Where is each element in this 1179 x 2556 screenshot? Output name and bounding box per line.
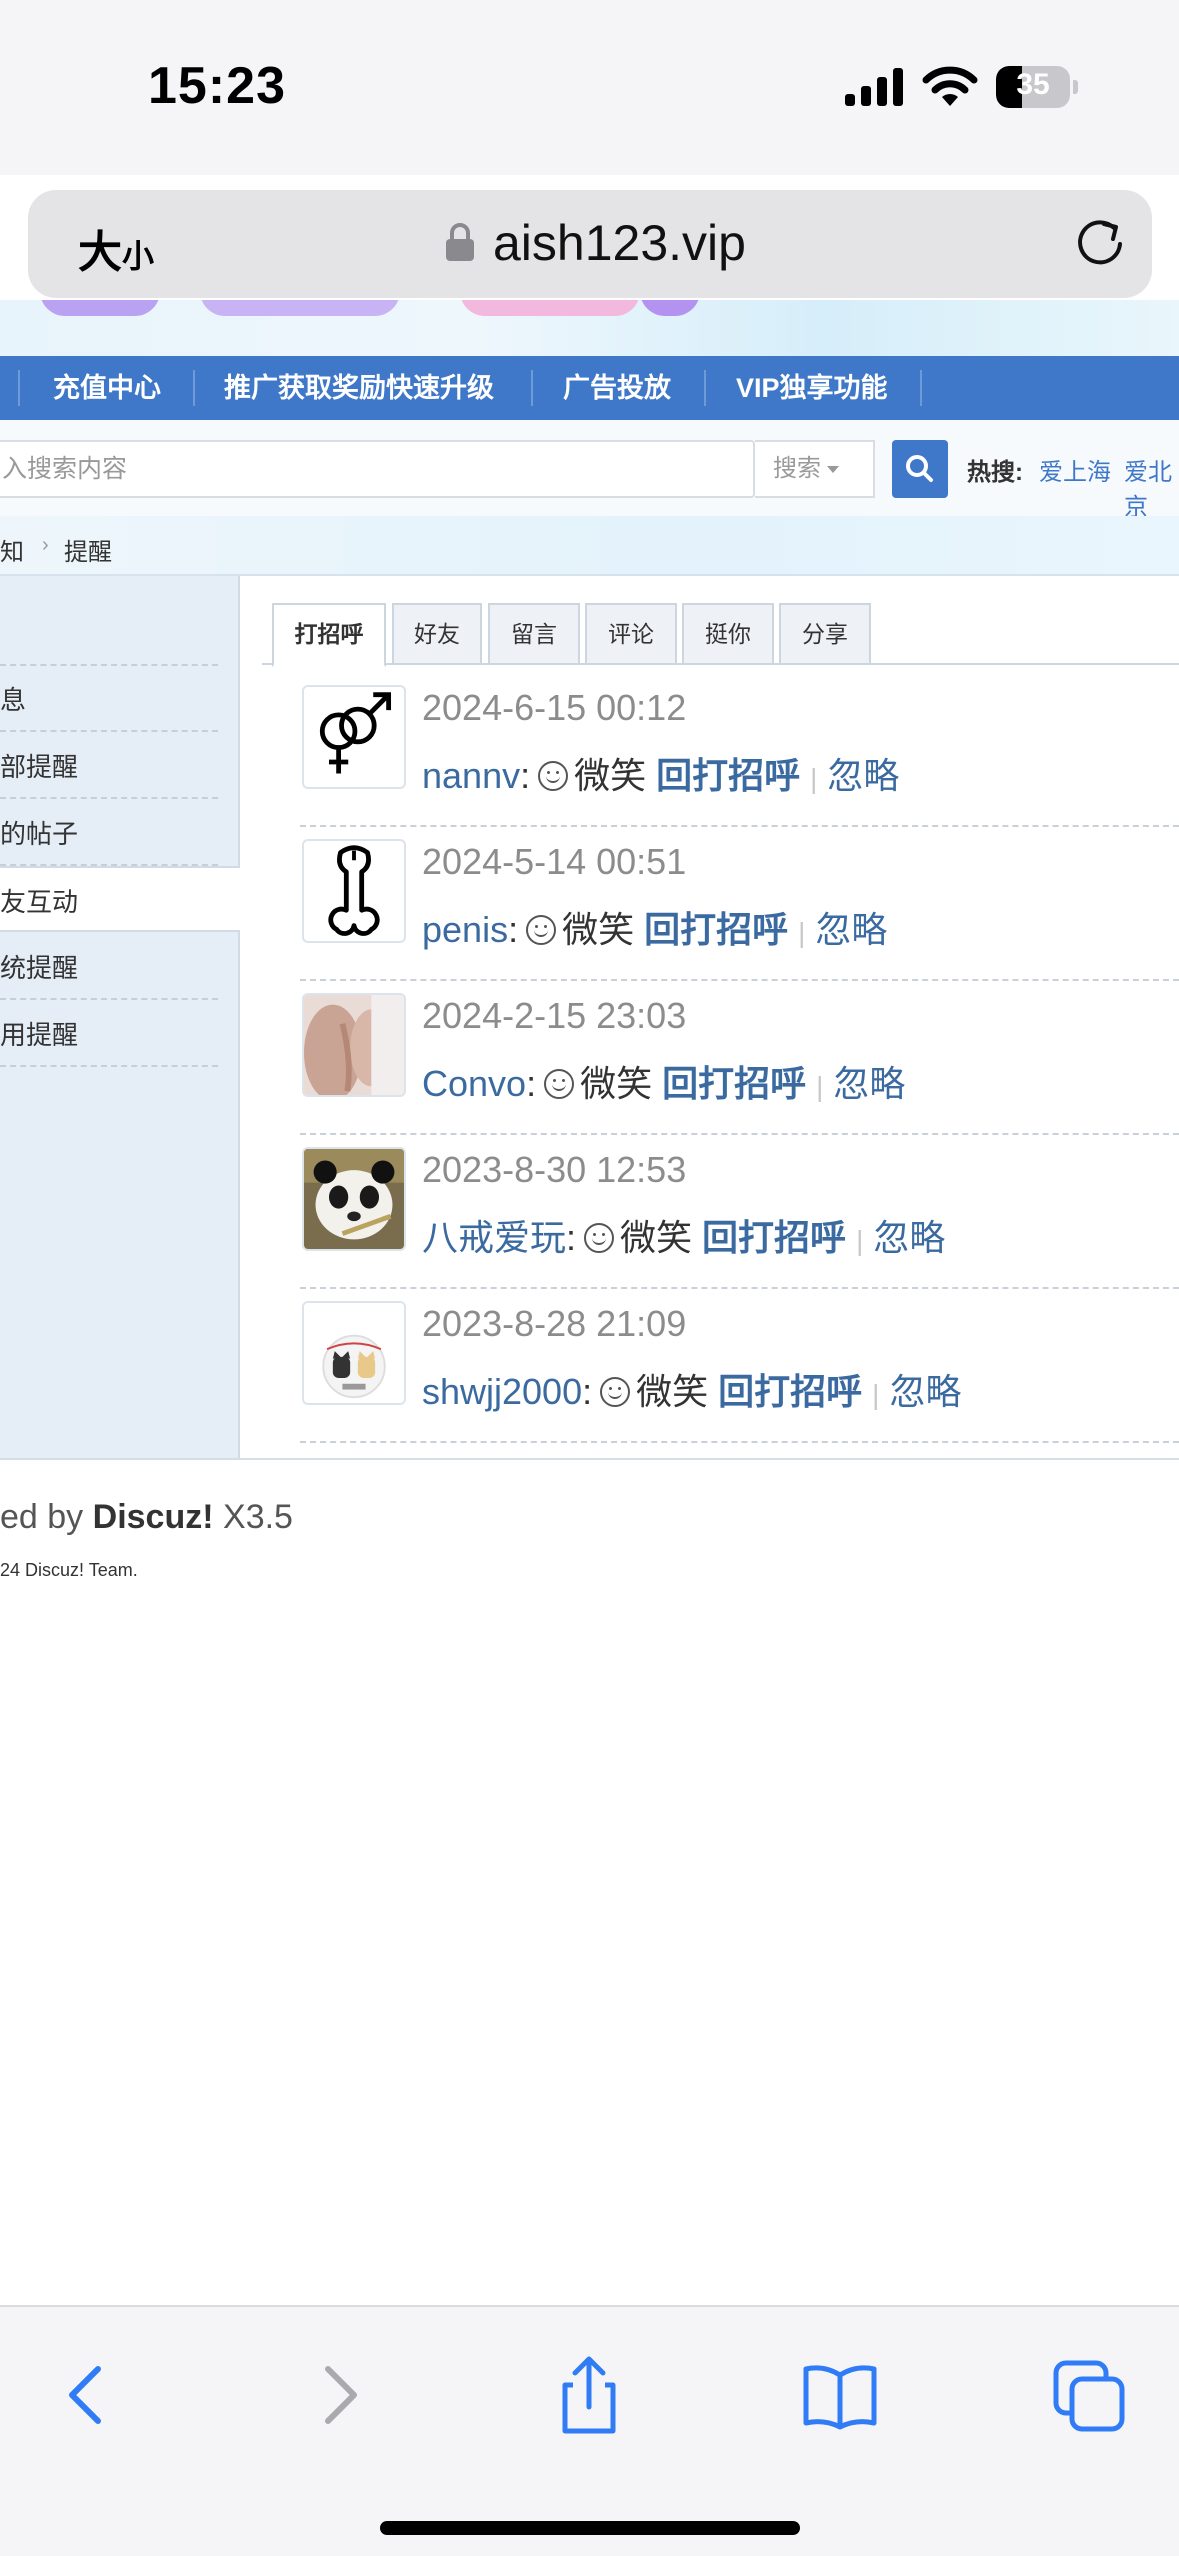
sidebar-item-app-reminders[interactable]: 用提醒 <box>0 1001 218 1067</box>
reply-greet-link[interactable]: 回打招呼 <box>702 1217 846 1258</box>
entry-username[interactable]: 八戒爱玩 <box>422 1217 566 1258</box>
entry-action: 微笑 <box>620 1217 693 1258</box>
smile-icon <box>600 1377 631 1408</box>
sidebar-spacer <box>0 576 218 666</box>
ignore-link[interactable]: 忽略 <box>815 909 887 950</box>
hot-search-link[interactable]: 爱上海 <box>1039 452 1111 487</box>
wifi-icon <box>922 66 978 106</box>
list-item: 2024-5-14 00:51 penis: 微笑 回打招呼 | 忽略 <box>300 827 1179 981</box>
list-item: 2024-2-15 23:03 Convo: 微笑 回打招呼 | 忽略 <box>300 981 1179 1135</box>
tabs-icon[interactable] <box>1050 2355 1130 2435</box>
discuz-link[interactable]: Discuz! <box>93 1498 214 1536</box>
main-nav: 充值中心 推广获取奖励快速升级 广告投放 VIP独享功能 <box>0 356 1179 420</box>
penis-outline-icon[interactable] <box>302 839 406 943</box>
nav-item-vip[interactable]: VIP独享功能 <box>736 356 888 420</box>
list-item: 2023-8-28 21:09 shwjj2000: 微笑 回打招呼 | 忽略 <box>300 1289 1179 1443</box>
search-icon <box>906 455 933 482</box>
ignore-link[interactable]: 忽略 <box>889 1371 961 1412</box>
site-banner <box>0 300 1179 356</box>
entry-time: 2024-6-15 00:12 <box>422 687 687 728</box>
smile-icon <box>544 1069 575 1100</box>
browser-toolbar <box>0 2305 1179 2556</box>
text-size-button[interactable]: 大小 <box>78 216 154 280</box>
reply-greet-link[interactable]: 回打招呼 <box>656 755 800 796</box>
entry-action: 微笑 <box>574 755 647 796</box>
breadcrumb-item[interactable]: 提醒 <box>64 532 112 567</box>
sidebar: 息 部提醒 的帖子 友互动 统提醒 用提醒 <box>0 576 240 1458</box>
entry-action: 微笑 <box>580 1063 653 1104</box>
ignore-link[interactable]: 忽略 <box>873 1217 945 1258</box>
tab-comments[interactable]: 评论 <box>585 603 677 665</box>
search-type-select[interactable]: 搜索 <box>755 440 875 498</box>
sidebar-item-my-threads[interactable]: 的帖子 <box>0 800 218 866</box>
breadcrumb-item[interactable]: 知 <box>0 532 24 567</box>
sidebar-item-messages[interactable]: 息 <box>0 666 218 732</box>
entry-time: 2024-2-15 23:03 <box>422 995 687 1036</box>
panda-photo-avatar[interactable] <box>302 1147 406 1251</box>
footer: ed by Discuz! X3.5 24 Discuz! Team. <box>0 1458 1179 1618</box>
ignore-link[interactable]: 忽略 <box>827 755 899 796</box>
search-row: 入搜索内容 搜索 热搜: 爱上海 爱北京 <box>0 420 1179 521</box>
entry-time: 2023-8-28 21:09 <box>422 1303 687 1344</box>
entry-action: 微笑 <box>562 909 635 950</box>
nav-item-promotion[interactable]: 推广获取奖励快速升级 <box>224 356 494 420</box>
bookmarks-icon[interactable] <box>800 2355 880 2435</box>
powered-by: ed by Discuz! X3.5 <box>0 1498 293 1536</box>
tab-share[interactable]: 分享 <box>779 603 871 665</box>
battery-level-text: 35 <box>1016 68 1050 101</box>
hot-search-label: 热搜: <box>967 459 1023 486</box>
smile-icon <box>526 915 557 946</box>
cellular-signal-icon <box>845 68 903 106</box>
url-text[interactable]: aish123.vip <box>493 214 746 272</box>
ignore-link[interactable]: 忽略 <box>833 1063 905 1104</box>
reload-icon[interactable] <box>1070 212 1130 272</box>
status-bar: 15:23 35 <box>0 0 1179 175</box>
tab-greet[interactable]: 打招呼 <box>272 603 386 667</box>
entry-action: 微笑 <box>636 1371 709 1412</box>
cartoon-cats-avatar[interactable] <box>302 1301 406 1405</box>
home-indicator <box>380 2521 800 2535</box>
entry-username[interactable]: nannv <box>422 755 520 796</box>
caret-down-icon <box>827 466 839 474</box>
status-time: 15:23 <box>148 57 286 115</box>
list-item: 2023-8-30 12:53 八戒爱玩: 微笑 回打招呼 | 忽略 <box>300 1135 1179 1289</box>
entry-username[interactable]: Convo <box>422 1063 526 1104</box>
entry-time: 2023-8-30 12:53 <box>422 1149 687 1190</box>
nav-item-recharge[interactable]: 充值中心 <box>53 356 161 420</box>
hot-search-link[interactable]: 爱北京 <box>1124 452 1179 522</box>
tab-support[interactable]: 挺你 <box>682 603 774 665</box>
web-page: 充值中心 推广获取奖励快速升级 广告投放 VIP独享功能 入搜索内容 搜索 热搜… <box>0 300 1179 2305</box>
gender-symbols-icon[interactable] <box>302 685 406 789</box>
main-content: 打招呼 好友 留言 评论 挺你 分享 2024-6-15 00:12 nannv… <box>240 576 1179 1458</box>
tab-messages[interactable]: 留言 <box>488 603 580 665</box>
battery-icon: 35 <box>996 66 1078 110</box>
share-icon[interactable] <box>549 2355 629 2435</box>
reply-greet-link[interactable]: 回打招呼 <box>662 1063 806 1104</box>
smile-icon <box>584 1223 615 1254</box>
search-button[interactable] <box>892 440 948 498</box>
search-input[interactable]: 入搜索内容 <box>0 440 755 498</box>
sidebar-item-friend-interaction[interactable]: 友互动 <box>0 866 240 932</box>
entry-time: 2024-5-14 00:51 <box>422 841 687 882</box>
sidebar-item-system-reminders[interactable]: 统提醒 <box>0 934 218 1000</box>
entry-username[interactable]: shwjj2000 <box>422 1371 582 1412</box>
smile-icon <box>538 761 569 792</box>
forward-icon[interactable] <box>300 2355 380 2435</box>
address-bar[interactable]: 大小 aish123.vip <box>28 190 1152 298</box>
back-icon[interactable] <box>46 2355 126 2435</box>
list-item: 2024-6-15 00:12 nannv: 微笑 回打招呼 | 忽略 <box>300 673 1179 827</box>
tab-friends[interactable]: 好友 <box>392 603 482 665</box>
reply-greet-link[interactable]: 回打招呼 <box>644 909 788 950</box>
entry-username[interactable]: penis <box>422 909 508 950</box>
breadcrumb: 知 › 提醒 <box>0 516 1179 576</box>
nav-item-ads[interactable]: 广告投放 <box>563 356 671 420</box>
lock-icon <box>446 223 474 261</box>
photo-avatar[interactable] <box>302 993 406 1097</box>
sidebar-item-all-reminders[interactable]: 部提醒 <box>0 733 218 799</box>
copyright: 24 Discuz! Team. <box>0 1560 138 1580</box>
reply-greet-link[interactable]: 回打招呼 <box>718 1371 862 1412</box>
breadcrumb-separator: › <box>42 534 49 556</box>
